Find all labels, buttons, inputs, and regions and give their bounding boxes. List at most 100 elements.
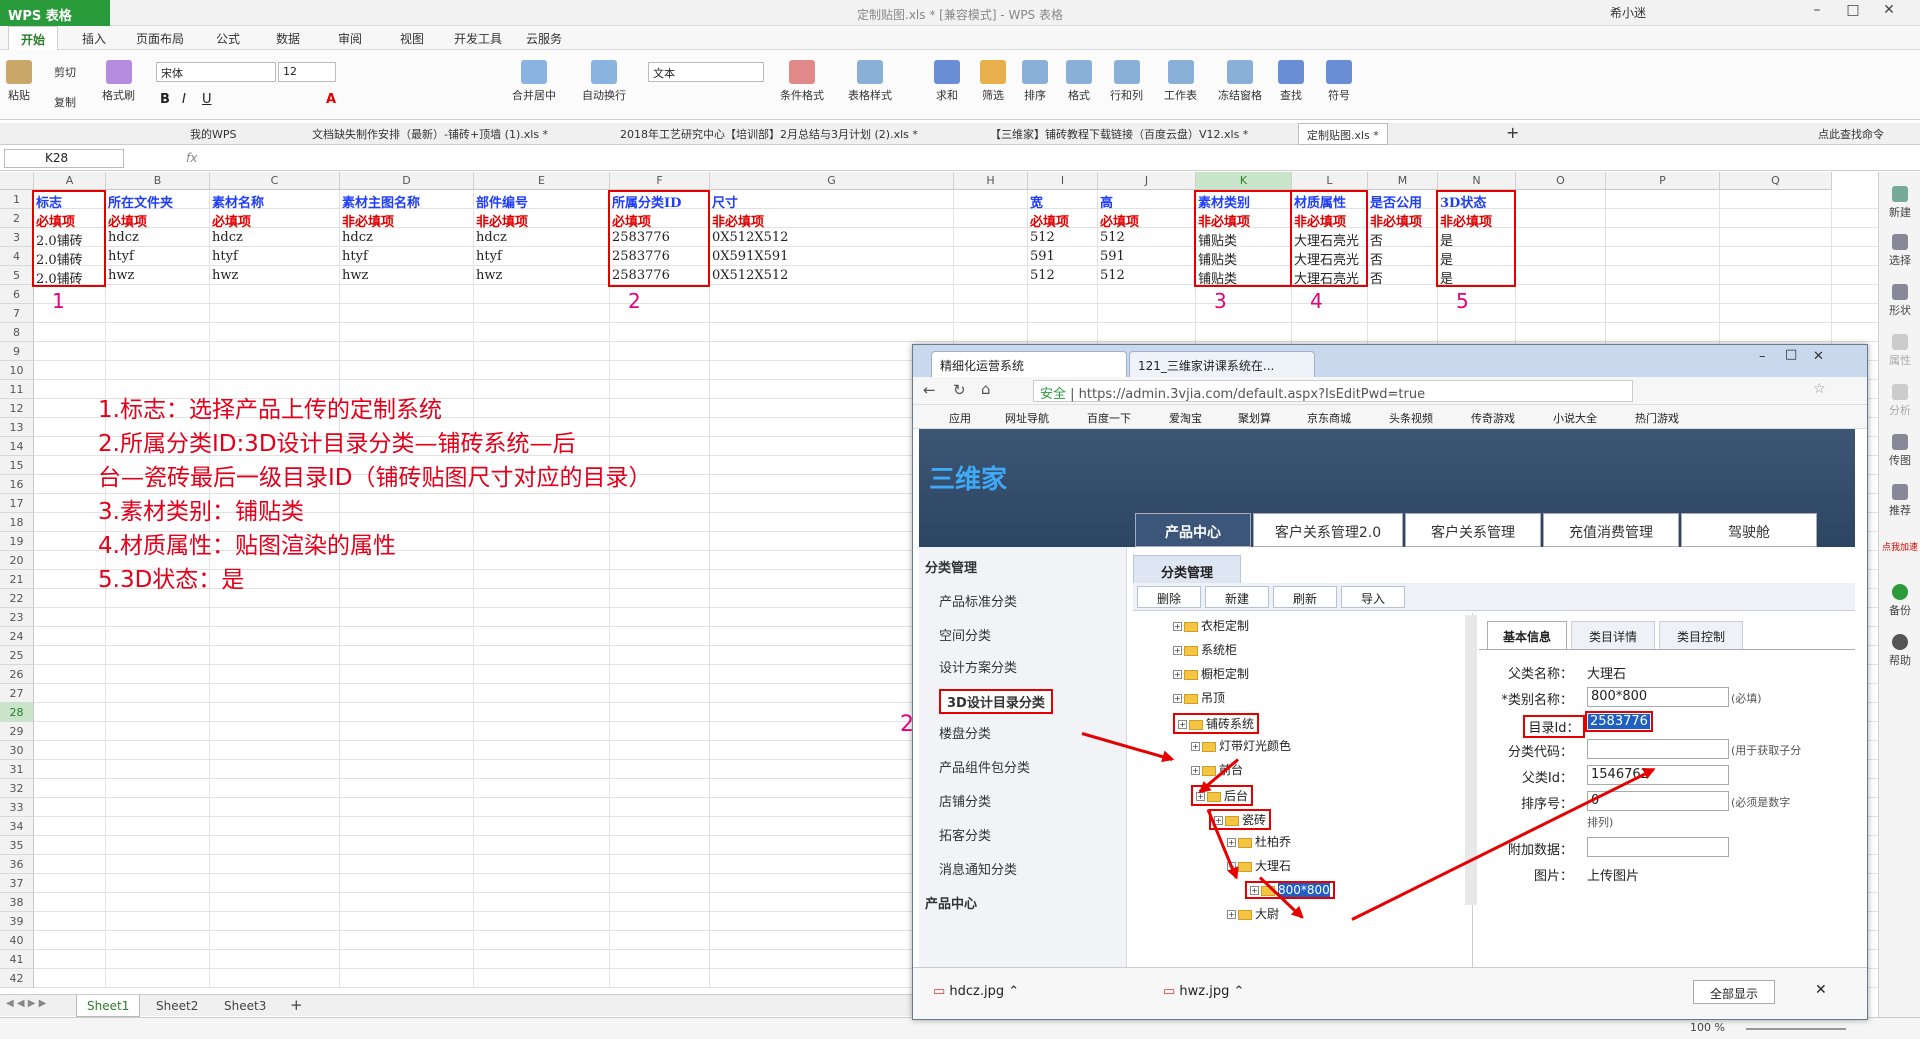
tab-cloud[interactable]: 云服务 [526, 30, 562, 47]
row-header[interactable]: 7 [0, 304, 34, 323]
row-header[interactable]: 29 [0, 722, 34, 741]
back-icon[interactable]: ← [923, 381, 936, 399]
form-input[interactable]: 0 [1587, 791, 1729, 811]
cell[interactable]: 否 [1368, 268, 1438, 285]
column-header[interactable]: F [610, 172, 710, 190]
cell[interactable]: 必填项 [106, 211, 210, 228]
site-nav-tab[interactable]: 充值消费管理 [1543, 513, 1679, 547]
panel-help[interactable]: 帮助 [1881, 634, 1919, 668]
doc-tab-mywps[interactable]: 我的WPS [190, 126, 237, 142]
left-nav-item[interactable]: 分类管理 [925, 557, 977, 576]
fx-icon[interactable]: fx [186, 151, 197, 165]
import-button[interactable]: 导入 [1341, 586, 1405, 608]
left-nav-item[interactable]: 拓客分类 [939, 825, 991, 844]
cell[interactable]: 素材主图名称 [340, 192, 474, 209]
row-header[interactable]: 41 [0, 950, 34, 969]
freeze-panes-button[interactable]: 冻结窗格 [1218, 60, 1262, 103]
cell[interactable]: 部件编号 [474, 192, 610, 209]
left-nav-item[interactable]: 楼盘分类 [939, 723, 991, 742]
expand-icon[interactable]: + [1227, 862, 1236, 871]
row-header[interactable]: 40 [0, 931, 34, 950]
cell[interactable]: 非必填项 [710, 211, 954, 228]
doc-tab-3[interactable]: 【三维家】铺砖教程下载链接（百度云盘）V12.xls * [990, 126, 1248, 142]
cell[interactable]: 591 [1098, 249, 1196, 266]
left-nav-item[interactable]: 空间分类 [939, 625, 991, 644]
column-header[interactable]: N [1438, 172, 1516, 190]
format-button[interactable]: 格式 [1066, 60, 1092, 103]
row-header[interactable]: 11 [0, 380, 34, 399]
dir-id-value[interactable]: 2583776 [1588, 714, 1650, 729]
filter-button[interactable]: 筛选 [980, 60, 1006, 103]
column-header[interactable]: E [474, 172, 610, 190]
column-header[interactable]: K [1196, 172, 1292, 190]
panel-select[interactable]: 选择 [1881, 234, 1919, 268]
sheet-tab-2[interactable]: Sheet2 [146, 995, 208, 1017]
zoom-slider[interactable] [1746, 1028, 1846, 1030]
tree-scrollbar[interactable] [1465, 615, 1477, 905]
doc-tab-1[interactable]: 文档缺失制作安排（最新）-铺砖+顶墙 (1).xls * [312, 126, 548, 142]
expand-icon[interactable]: + [1227, 838, 1236, 847]
cell[interactable]: 素材名称 [210, 192, 340, 209]
font-select[interactable]: 宋体 [156, 62, 276, 82]
wrap-text-button[interactable]: 自动换行 [582, 60, 626, 103]
find-command[interactable]: 点此查找命令 [1818, 126, 1884, 142]
expand-icon[interactable]: + [1173, 694, 1182, 703]
bookmark-item[interactable]: 网址导航 [1005, 410, 1049, 426]
cell[interactable]: hwz [106, 268, 210, 285]
row-header[interactable]: 36 [0, 855, 34, 874]
left-nav-item[interactable]: 消息通知分类 [939, 859, 1017, 878]
row-header[interactable]: 35 [0, 836, 34, 855]
bookmark-star-icon[interactable]: ☆ [1813, 381, 1826, 397]
column-header[interactable]: H [954, 172, 1028, 190]
left-nav-item[interactable]: 3D设计目录分类 [939, 689, 1053, 714]
paste-button[interactable]: 粘贴 [6, 60, 32, 103]
cell[interactable]: 591 [1028, 249, 1098, 266]
cell[interactable]: hwz [474, 268, 610, 285]
column-header[interactable]: I [1028, 172, 1098, 190]
cell[interactable]: hdcz [106, 230, 210, 247]
cell[interactable]: htyf [340, 249, 474, 266]
font-color-button[interactable]: A [326, 92, 336, 107]
row-header[interactable]: 4 [0, 247, 34, 266]
panel-speedup[interactable]: 点我加速 [1881, 540, 1919, 553]
bookmark-item[interactable]: 热门游戏 [1635, 410, 1679, 426]
tab-data[interactable]: 数据 [276, 30, 300, 47]
browser-tab-active[interactable]: 精细化运营系统 [931, 351, 1127, 377]
bookmark-item[interactable]: 爱淘宝 [1169, 410, 1202, 426]
tree-node[interactable]: + 吊顶 [1173, 689, 1225, 706]
cell[interactable]: 0X512X512 [710, 268, 954, 285]
left-nav-item[interactable]: 店铺分类 [939, 791, 991, 810]
cell[interactable]: 尺寸 [710, 192, 954, 209]
expand-icon[interactable]: + [1250, 886, 1259, 895]
bookmark-item[interactable]: 应用 [949, 410, 971, 426]
row-header[interactable]: 10 [0, 361, 34, 380]
bookmark-item[interactable]: 小说大全 [1553, 410, 1597, 426]
expand-icon[interactable]: + [1178, 720, 1187, 729]
tree-node[interactable]: + 衣柜定制 [1173, 617, 1249, 634]
row-header[interactable]: 1 [0, 190, 34, 209]
cell[interactable]: htyf [474, 249, 610, 266]
row-header[interactable]: 17 [0, 494, 34, 513]
expand-icon[interactable]: + [1191, 766, 1200, 775]
row-header[interactable]: 20 [0, 551, 34, 570]
cell[interactable]: 必填项 [210, 211, 340, 228]
italic-button[interactable]: I [182, 92, 186, 107]
bookmark-item[interactable]: 百度一下 [1087, 410, 1131, 426]
tree-node[interactable]: +800*800 [1245, 881, 1335, 899]
column-header[interactable]: M [1368, 172, 1438, 190]
cut-button[interactable]: 剪切 [54, 64, 76, 80]
tab-layout[interactable]: 页面布局 [136, 30, 184, 47]
row-header[interactable]: 5 [0, 266, 34, 285]
sum-button[interactable]: 求和 [934, 60, 960, 103]
tree-node[interactable]: + 灯带灯光颜色 [1191, 737, 1291, 754]
download-item-1[interactable]: ▭ hdcz.jpg ⌃ [933, 984, 1019, 999]
row-header[interactable]: 12 [0, 399, 34, 418]
cell[interactable]: 是否公用 [1368, 192, 1438, 209]
row-header[interactable]: 9 [0, 342, 34, 361]
tab-category-control[interactable]: 类目控制 [1659, 621, 1743, 649]
minimize-icon[interactable]: – [1800, 2, 1834, 24]
column-header[interactable]: A [34, 172, 106, 190]
column-header[interactable]: J [1098, 172, 1196, 190]
download-close-icon[interactable]: ✕ [1815, 982, 1827, 998]
row-col-button[interactable]: 行和列 [1110, 60, 1143, 103]
